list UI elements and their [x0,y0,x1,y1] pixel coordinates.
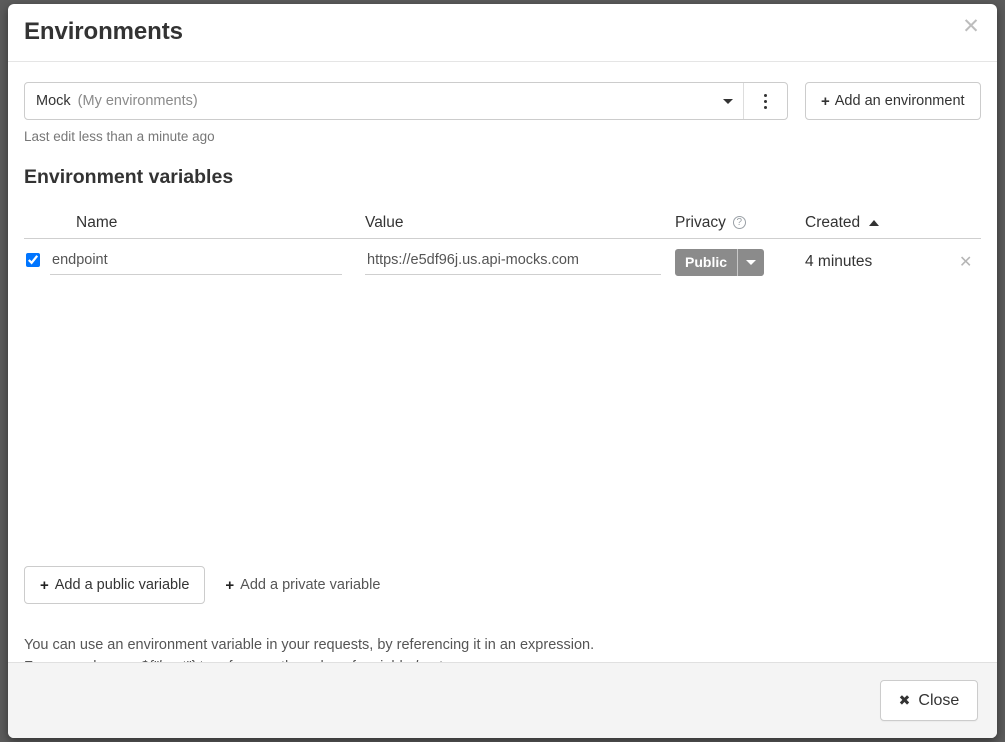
environment-variables-heading: Environment variables [24,166,234,188]
chevron-down-icon[interactable] [738,249,764,276]
variable-name-cell [50,249,365,275]
chevron-down-icon [723,99,733,104]
table-row: Public 4 minutes ✕ [24,239,981,285]
plus-icon: + [225,576,235,594]
help-variable-sample: host [415,656,442,662]
variable-enabled-cell [24,252,50,272]
dialog-header: Environments ✕ [8,4,997,62]
dialog-footer: ✖ Close [8,662,997,738]
column-header-created-label: Created [805,213,861,231]
last-edit-text: Last edit less than a minute ago [24,129,215,144]
table-header-row: Name Value Privacy ? Created [24,207,981,239]
column-header-privacy: Privacy ? [675,214,805,232]
page-title: Environments [24,18,183,45]
variable-value-cell [365,249,675,275]
variable-delete-cell: ✕ [935,252,981,272]
environment-dropdown[interactable]: Mock (My environments) [25,83,744,119]
variable-created-text: 4 minutes [805,253,873,270]
help-line-2-prefix: For example, use [24,656,140,662]
kebab-menu-icon[interactable] [744,83,787,119]
environment-select-group: Mock (My environments) [24,82,788,120]
plus-icon: + [821,92,830,110]
environment-name: Mock [36,93,71,109]
add-public-variable-label: Add a public variable [54,577,190,593]
kebab-dot [764,99,767,103]
help-line-1: You can use an environment variable in y… [24,637,595,653]
variable-created-cell: 4 minutes [805,253,935,271]
column-header-privacy-label: Privacy [675,213,726,231]
kebab-dot [764,93,767,97]
variables-table-body: Public 4 minutes ✕ [24,239,981,285]
add-private-variable-button[interactable]: + Add a private variable [217,566,388,604]
variable-value-input[interactable] [365,249,661,275]
sort-ascending-icon[interactable] [869,219,880,226]
environment-scope: (My environments) [77,93,198,109]
add-private-variable-label: Add a private variable [240,577,381,593]
close-icon[interactable]: ✕ [958,14,984,40]
close-button-label: Close [918,691,960,709]
x-icon: ✖ [898,692,911,709]
help-line-2: For example, use ${"host"} to reference … [24,656,594,662]
add-variable-row: + Add a public variable + Add a private va… [24,566,388,604]
dialog-body: Mock (My environments) + Add an environme… [8,62,997,662]
help-expression-sample: ${"host"} [140,656,195,662]
column-header-value: Value [365,213,404,231]
variable-privacy-cell: Public [675,248,805,276]
column-header-created[interactable]: Created [805,214,935,232]
add-environment-button[interactable]: + Add an environment [805,82,981,120]
question-mark-icon[interactable]: ? [732,216,746,229]
remove-icon[interactable]: ✕ [959,252,972,271]
column-header-name: Name [76,213,118,231]
help-line-2-suffix: . [442,656,446,662]
help-line-2-mid: to reference the value of variable [196,656,415,662]
kebab-dot [764,105,767,109]
help-text-block: You can use an environment variable in y… [24,634,594,662]
status-badge: Public [675,248,739,276]
environment-selector-row: Mock (My environments) + Add an environme… [24,82,981,120]
variable-enabled-checkbox[interactable] [26,252,40,267]
variables-table: Name Value Privacy ? Created endpoint ht… [24,207,981,285]
privacy-dropdown[interactable]: Public [675,248,765,276]
add-public-variable-button[interactable]: + Add a public variable [24,566,206,604]
close-button[interactable]: ✖ Close [880,680,978,721]
environments-dialog: Environments ✕ Mock (My environments) + A… [8,4,997,738]
add-environment-label: Add an environment [834,93,965,109]
plus-icon: + [40,576,49,594]
variable-name-input[interactable] [50,249,342,275]
